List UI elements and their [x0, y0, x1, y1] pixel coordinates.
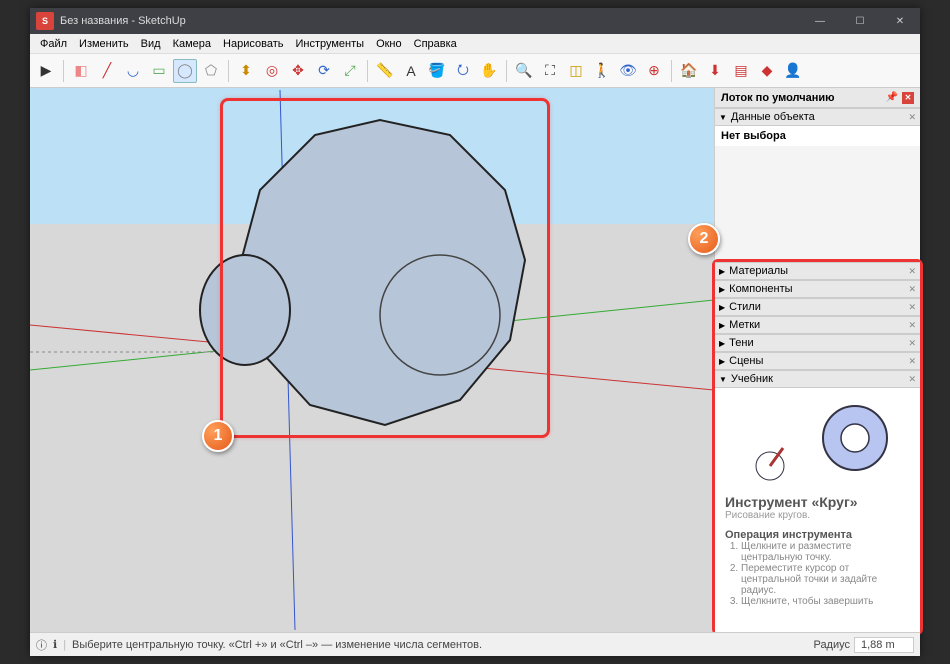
line-icon[interactable]: ╱ — [95, 59, 119, 83]
layers-icon[interactable]: ▤ — [729, 59, 753, 83]
info-icon[interactable]: ℹ — [53, 638, 57, 651]
panel-entity-info-body: Нет выбора — [715, 126, 920, 146]
help-icon[interactable]: ⓘ — [36, 637, 47, 653]
polygon-icon[interactable]: ⬠ — [199, 59, 223, 83]
panel-header-тени[interactable]: Тени✕ — [715, 334, 920, 352]
text-icon[interactable]: A — [399, 59, 423, 83]
tutor-step: Щелкните, чтобы завершить — [741, 596, 910, 607]
annotation-box-2-wrap: Материалы✕Компоненты✕Стили✕Метки✕Тени✕Сц… — [712, 259, 923, 635]
tray: Лоток по умолчанию 📌 ✕ Данные объекта ✕ Н… — [714, 88, 920, 632]
tray-close-icon[interactable]: ✕ — [902, 92, 914, 104]
tutor-illustration — [725, 398, 905, 488]
move-icon[interactable]: ✥ — [286, 59, 310, 83]
titlebar: S Без названия - SketchUp ― ☐ ✕ — [30, 8, 920, 34]
select-icon[interactable]: ▶ — [34, 59, 58, 83]
annotation-marker-2: 2 — [688, 223, 720, 255]
warehouse-icon[interactable]: 🏠 — [677, 59, 701, 83]
menu-view[interactable]: Вид — [135, 36, 167, 52]
panel-list: Материалы✕Компоненты✕Стили✕Метки✕Тени✕Сц… — [715, 262, 920, 388]
panel-header-стили[interactable]: Стили✕ — [715, 298, 920, 316]
panel-entity-info-title: Данные объекта — [731, 111, 815, 123]
rotate-icon[interactable]: ⟳ — [312, 59, 336, 83]
menu-edit[interactable]: Изменить — [73, 36, 135, 52]
menu-help[interactable]: Справка — [408, 36, 463, 52]
toolbar: ▶ ◧╱◡▭◯⬠ ⬍◎✥⟳⤢ 📏A🪣⭮✋ 🔍⛶◫🚶👁⊕ 🏠⬇▤◆👤 — [30, 54, 920, 88]
ruby-icon[interactable]: ◆ — [755, 59, 779, 83]
menu-tools[interactable]: Инструменты — [289, 36, 370, 52]
offset-icon[interactable]: ◎ — [260, 59, 284, 83]
rect-icon[interactable]: ▭ — [147, 59, 171, 83]
minimize-button[interactable]: ― — [800, 8, 840, 34]
tutor-step: Щелкните и разместите центральную точку. — [741, 541, 910, 563]
panel-close-icon[interactable]: ✕ — [908, 338, 916, 349]
maximize-button[interactable]: ☐ — [840, 8, 880, 34]
walk-icon[interactable]: 🚶 — [590, 59, 614, 83]
panel-entity-info-header[interactable]: Данные объекта ✕ — [715, 108, 920, 126]
tutor-title: Инструмент «Круг» — [725, 494, 910, 510]
app-window: S Без названия - SketchUp ― ☐ ✕ Файл Изм… — [30, 8, 920, 656]
annotation-marker-1: 1 — [202, 420, 234, 452]
status-hint: Выберите центральную точку. «Ctrl +» и «… — [72, 639, 482, 651]
panel-close-icon[interactable]: ✕ — [908, 112, 916, 123]
tape-icon[interactable]: 📏 — [373, 59, 397, 83]
circle-icon[interactable]: ◯ — [173, 59, 197, 83]
statusbar: ⓘ ℹ | Выберите центральную точку. «Ctrl … — [30, 632, 920, 656]
panel-close-icon[interactable]: ✕ — [908, 266, 916, 277]
user-icon[interactable]: 👤 — [781, 59, 805, 83]
tutor-steps: Щелкните и разместите центральную точку.… — [741, 541, 910, 607]
app-icon: S — [36, 12, 54, 30]
paint-icon[interactable]: 🪣 — [425, 59, 449, 83]
tray-pin-icon[interactable]: 📌 — [886, 92, 898, 103]
panel-header-учебник[interactable]: Учебник✕ — [715, 370, 920, 388]
orbit-icon[interactable]: ⭮ — [451, 59, 475, 83]
viewport[interactable]: 1 — [30, 88, 714, 632]
panel-close-icon[interactable]: ✕ — [908, 302, 916, 313]
panel-header-сцены[interactable]: Сцены✕ — [715, 352, 920, 370]
zoom-ext-icon[interactable]: ⛶ — [538, 59, 562, 83]
tutor-panel: Инструмент «Круг» Рисование кругов. Опер… — [715, 388, 920, 632]
menu-draw[interactable]: Нарисовать — [217, 36, 289, 52]
content-area: 1 Лоток по умолчанию 📌 ✕ Данные объекта ✕… — [30, 88, 920, 632]
tutor-subtitle: Рисование кругов. — [725, 510, 910, 521]
menu-camera[interactable]: Камера — [167, 36, 217, 52]
ext-icon[interactable]: ⬇ — [703, 59, 727, 83]
tutor-op-title: Операция инструмента — [725, 529, 910, 541]
section-icon[interactable]: ◫ — [564, 59, 588, 83]
panel-header-компоненты[interactable]: Компоненты✕ — [715, 280, 920, 298]
window-title: Без названия - SketchUp — [60, 15, 800, 27]
menu-file[interactable]: Файл — [34, 36, 73, 52]
scene-svg — [30, 88, 714, 632]
eraser-icon[interactable]: ◧ — [69, 59, 93, 83]
panel-close-icon[interactable]: ✕ — [908, 284, 916, 295]
tray-header: Лоток по умолчанию 📌 ✕ — [715, 88, 920, 108]
pushpull-icon[interactable]: ⬍ — [234, 59, 258, 83]
panel-close-icon[interactable]: ✕ — [908, 356, 916, 367]
panel-header-материалы[interactable]: Материалы✕ — [715, 262, 920, 280]
zoom-icon[interactable]: 🔍 — [512, 59, 536, 83]
pan-icon[interactable]: ✋ — [477, 59, 501, 83]
menu-window[interactable]: Окно — [370, 36, 408, 52]
scale-icon[interactable]: ⤢ — [338, 59, 362, 83]
status-value[interactable]: 1,88 m — [854, 637, 914, 653]
tutor-step: Переместите курсор от центральной точки … — [741, 563, 910, 596]
arc-icon[interactable]: ◡ — [121, 59, 145, 83]
panel-close-icon[interactable]: ✕ — [908, 320, 916, 331]
panel-close-icon[interactable]: ✕ — [908, 374, 916, 385]
status-label: Радиус — [813, 639, 850, 651]
tray-title: Лоток по умолчанию — [721, 92, 835, 104]
menubar: Файл Изменить Вид Камера Нарисовать Инст… — [30, 34, 920, 54]
position-icon[interactable]: ⊕ — [642, 59, 666, 83]
tray-spacer — [715, 146, 920, 262]
look-icon[interactable]: 👁 — [616, 59, 640, 83]
close-button[interactable]: ✕ — [880, 8, 920, 34]
panel-header-метки[interactable]: Метки✕ — [715, 316, 920, 334]
